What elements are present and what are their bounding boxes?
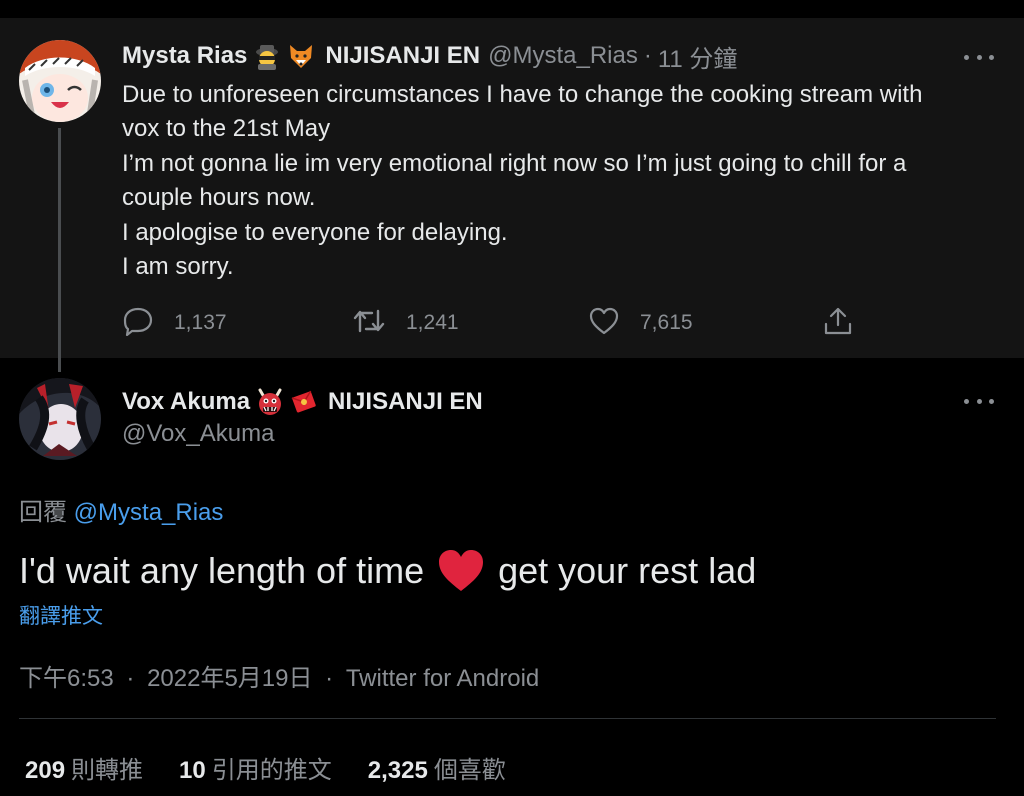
reply-more-icon[interactable] (964, 396, 994, 406)
meta-separator: · (126, 665, 135, 692)
tweet-stats: 209 則轉推 10 引用的推文 2,325 個喜歡 (25, 750, 542, 785)
parent-text-line: I’m not gonna lie im very emotional righ… (122, 149, 907, 177)
likes-stat[interactable]: 2,325 個喜歡 (368, 750, 506, 785)
reply-org: NIJISANJI EN (328, 388, 483, 415)
replying-to-mention-link[interactable]: @Mysta_Rias (74, 499, 224, 526)
mysta-avatar[interactable] (19, 40, 101, 122)
retweet-icon (352, 307, 386, 340)
fox-emoji (287, 42, 315, 70)
replying-to: 回覆 @Mysta_Rias (19, 492, 223, 527)
reply-text-after: get your rest lad (498, 550, 757, 591)
replying-to-label: 回覆 (19, 499, 67, 526)
reply-display-name[interactable]: Vox Akuma (122, 388, 250, 416)
reply-count: 1,137 (174, 311, 227, 334)
red-heart-emoji (436, 548, 486, 594)
parent-tweet-text: Due to unforeseen circumstances I have t… (122, 78, 1002, 284)
tweet-meta: 下午6:53 · 2022年5月19日 · Twitter for Androi… (19, 658, 539, 693)
quotes-stat-label: 引用的推文 (211, 757, 332, 784)
parent-org: NIJISANJI EN (325, 42, 481, 69)
quotes-stat-count: 10 (179, 757, 206, 784)
likes-stat-count: 2,325 (367, 757, 428, 784)
reply-text-before: I'd wait any length of time (19, 550, 425, 591)
parent-text-line: I am sorry. (122, 253, 234, 281)
thread-connector-line (58, 128, 61, 372)
reply-tweet-text: I'd wait any length of time get your res… (19, 548, 756, 594)
tweet-time[interactable]: 下午6:53 (19, 665, 114, 692)
like-button[interactable]: 7,615 (588, 306, 693, 340)
reply-handle[interactable]: @Vox_Akuma (122, 420, 274, 448)
ogre-emoji (256, 388, 284, 416)
spy-emoji (253, 42, 281, 70)
parent-text-line: vox to the 21st May (122, 115, 331, 143)
parent-text-line: Due to unforeseen circumstances I have t… (122, 81, 923, 108)
translate-tweet-link[interactable]: 翻譯推文 (19, 600, 103, 630)
parent-text-line: I apologise to everyone for delaying. (122, 218, 508, 246)
retweets-stat-label: 則轉推 (71, 757, 144, 784)
retweet-count: 1,241 (406, 311, 459, 334)
heart-outline-icon (588, 306, 620, 341)
retweet-button[interactable]: 1,241 (352, 306, 459, 340)
tweet-date[interactable]: 2022年5月19日 (147, 665, 312, 692)
parent-header: Mysta Rias NIJISANJI EN @Mysta_Rias · 11… (122, 39, 738, 74)
parent-handle[interactable]: @Mysta_Rias (488, 42, 638, 70)
vox-avatar[interactable] (19, 378, 101, 460)
reply-header: Vox Akuma NIJISANJI EN (122, 386, 483, 418)
share-button[interactable] (822, 306, 854, 340)
retweets-stat-count: 209 (25, 757, 66, 784)
retweets-stat[interactable]: 209 則轉推 (25, 750, 143, 785)
share-icon (822, 306, 854, 341)
like-count: 7,615 (640, 311, 693, 334)
parent-timestamp[interactable]: 11 分鐘 (658, 39, 738, 74)
parent-text-line: couple hours now. (122, 184, 316, 212)
meta-separator: · (325, 665, 334, 692)
reply-button[interactable]: 1,137 (122, 306, 227, 340)
quotes-stat[interactable]: 10 引用的推文 (179, 750, 332, 785)
red-envelope-emoji (290, 388, 318, 416)
tweet-thread-page: Mysta Rias NIJISANJI EN @Mysta_Rias · 11… (0, 0, 1024, 796)
parent-more-icon[interactable] (964, 52, 994, 62)
reply-icon (122, 306, 154, 341)
likes-stat-label: 個喜歡 (433, 757, 506, 784)
stats-divider (19, 718, 996, 719)
parent-display-name[interactable]: Mysta Rias (122, 42, 247, 70)
tweet-source[interactable]: Twitter for Android (346, 665, 539, 692)
parent-separator: · (643, 42, 652, 69)
